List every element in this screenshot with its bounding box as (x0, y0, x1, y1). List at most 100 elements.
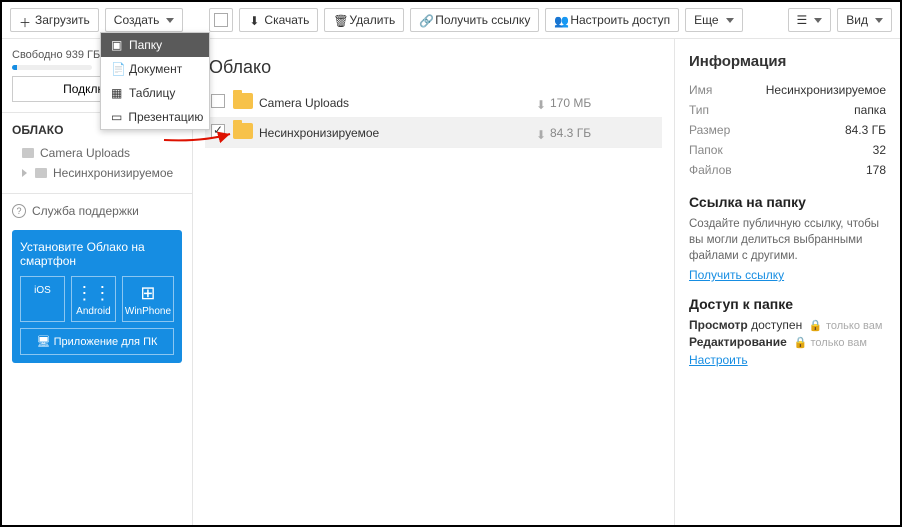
only-you-label: только вам (811, 337, 867, 349)
link-icon: 🔗 (419, 14, 431, 26)
lock-icon: 🔒 (809, 320, 823, 332)
upload-label: Загрузить (35, 13, 90, 27)
delete-label: Удалить (349, 13, 395, 27)
promo-pc[interactable]: 🖥 Приложение для ПК (20, 328, 174, 355)
download-icon: ⬇ (536, 128, 546, 138)
download-label: Скачать (264, 13, 309, 27)
file-size: 170 МБ (550, 96, 591, 110)
getlink-link[interactable]: Получить ссылку (689, 268, 784, 282)
download-button[interactable]: ⬇ Скачать (239, 8, 318, 32)
presentation-icon: ▭ (111, 110, 122, 124)
monitor-icon: 🖥 (37, 336, 54, 348)
getlink-button[interactable]: 🔗 Получить ссылку (410, 8, 539, 32)
promo-winphone[interactable]: ⊞ WinPhone (122, 276, 174, 322)
row-checkbox[interactable] (211, 124, 225, 138)
expand-icon[interactable] (22, 169, 27, 177)
promo-title: Установите Облако на смартфон (20, 240, 174, 268)
dd-label: Таблицу (129, 86, 175, 100)
file-row[interactable]: Несинхронизируемое ⬇ 84.3 ГБ (205, 118, 662, 148)
getlink-label: Получить ссылку (435, 13, 530, 27)
document-icon: 📄 (111, 62, 123, 76)
file-size: 84.3 ГБ (550, 126, 591, 140)
main-panel: Облако Camera Uploads ⬇ 170 МБ Несинхрони… (192, 39, 675, 525)
kv-value: 178 (866, 163, 886, 177)
caret-down-icon (814, 18, 822, 23)
kv-label: Имя (689, 83, 712, 97)
select-all-checkbox[interactable] (209, 8, 233, 32)
storage-progress (12, 65, 92, 70)
dd-label: Документ (129, 62, 182, 76)
file-row[interactable]: Camera Uploads ⬇ 170 МБ (205, 88, 662, 118)
access-state: доступен (751, 318, 802, 332)
support-link[interactable]: ? Служба поддержки (12, 204, 182, 218)
promo-label: WinPhone (125, 306, 171, 317)
create-label: Создать (114, 13, 160, 27)
promo-panel: Установите Облако на смартфон iOS ⋮⋮ Andr… (12, 230, 182, 363)
trash-icon: 🗑 (333, 14, 345, 26)
folder-icon (22, 148, 34, 158)
access-label: Просмотр (689, 318, 748, 332)
create-folder-item[interactable]: ▣ Папку (101, 33, 209, 57)
access-edit-line: Редактирование 🔒 только вам (689, 335, 886, 349)
access-section-title: Доступ к папке (689, 296, 886, 312)
info-panel: Информация ИмяНесинхронизируемое Типпапк… (675, 39, 900, 525)
link-section-title: Ссылка на папку (689, 194, 886, 210)
row-checkbox[interactable] (211, 94, 225, 108)
support-label: Служба поддержки (32, 204, 139, 218)
view-button[interactable]: Вид (837, 8, 892, 32)
more-label: Еще (694, 13, 718, 27)
help-icon: ? (12, 204, 26, 218)
info-title: Информация (689, 53, 886, 70)
only-you-label: только вам (826, 320, 882, 332)
caret-down-icon (166, 18, 174, 23)
share-button[interactable]: 👥 Настроить доступ (545, 8, 679, 32)
view-label: Вид (846, 13, 868, 27)
more-button[interactable]: Еще (685, 8, 742, 32)
sidebar-item-camera[interactable]: Camera Uploads (12, 143, 182, 163)
lock-icon: 🔒 (793, 337, 807, 349)
tree-label: Несинхронизируемое (53, 166, 173, 180)
folder-icon (233, 123, 253, 139)
file-name: Несинхронизируемое (259, 126, 536, 140)
promo-label: Android (76, 306, 110, 317)
caret-down-icon (875, 18, 883, 23)
promo-pc-label: Приложение для ПК (54, 336, 158, 348)
caret-down-icon (726, 18, 734, 23)
delete-button[interactable]: 🗑 Удалить (324, 8, 404, 32)
sort-button[interactable]: ☰ (788, 8, 832, 32)
kv-value: Несинхронизируемое (766, 83, 886, 97)
kv-value: 84.3 ГБ (845, 123, 886, 137)
file-name: Camera Uploads (259, 96, 536, 110)
link-section-desc: Создайте публичную ссылку, чтобы вы могл… (689, 216, 886, 264)
sidebar-item-nosync[interactable]: Несинхронизируемое (12, 163, 182, 183)
breadcrumb[interactable]: Облако (209, 57, 662, 78)
upload-button[interactable]: ＋ Загрузить (10, 8, 99, 32)
access-label: Редактирование (689, 335, 787, 349)
plus-icon: ＋ (19, 14, 31, 26)
create-dropdown: ▣ Папку 📄 Документ ▦Таблицу ▭ Презентацию (100, 32, 210, 130)
promo-ios[interactable]: iOS (20, 276, 65, 322)
dd-label: Папку (129, 38, 162, 52)
people-icon: 👥 (554, 14, 566, 26)
folder-icon (233, 93, 253, 109)
kv-label: Тип (689, 103, 709, 117)
folder-icon: ▣ (111, 38, 123, 52)
kv-label: Папок (689, 143, 723, 157)
create-button[interactable]: Создать (105, 8, 184, 32)
kv-label: Размер (689, 123, 730, 137)
share-label: Настроить доступ (570, 13, 670, 27)
access-view-line: Просмотр доступен 🔒 только вам (689, 318, 886, 332)
sort-icon: ☰ (797, 13, 808, 27)
create-document-item[interactable]: 📄 Документ (101, 57, 209, 81)
windows-icon: ⊞ (125, 283, 171, 304)
android-icon: ⋮⋮ (74, 283, 113, 304)
kv-label: Файлов (689, 163, 732, 177)
download-icon: ⬇ (536, 98, 546, 108)
create-presentation-item[interactable]: ▭ Презентацию (101, 105, 209, 129)
promo-android[interactable]: ⋮⋮ Android (71, 276, 116, 322)
kv-value: 32 (873, 143, 886, 157)
download-icon: ⬇ (248, 14, 260, 26)
create-table-item[interactable]: ▦Таблицу (101, 81, 209, 105)
dd-label: Презентацию (128, 110, 203, 124)
configure-access-link[interactable]: Настроить (689, 353, 748, 367)
